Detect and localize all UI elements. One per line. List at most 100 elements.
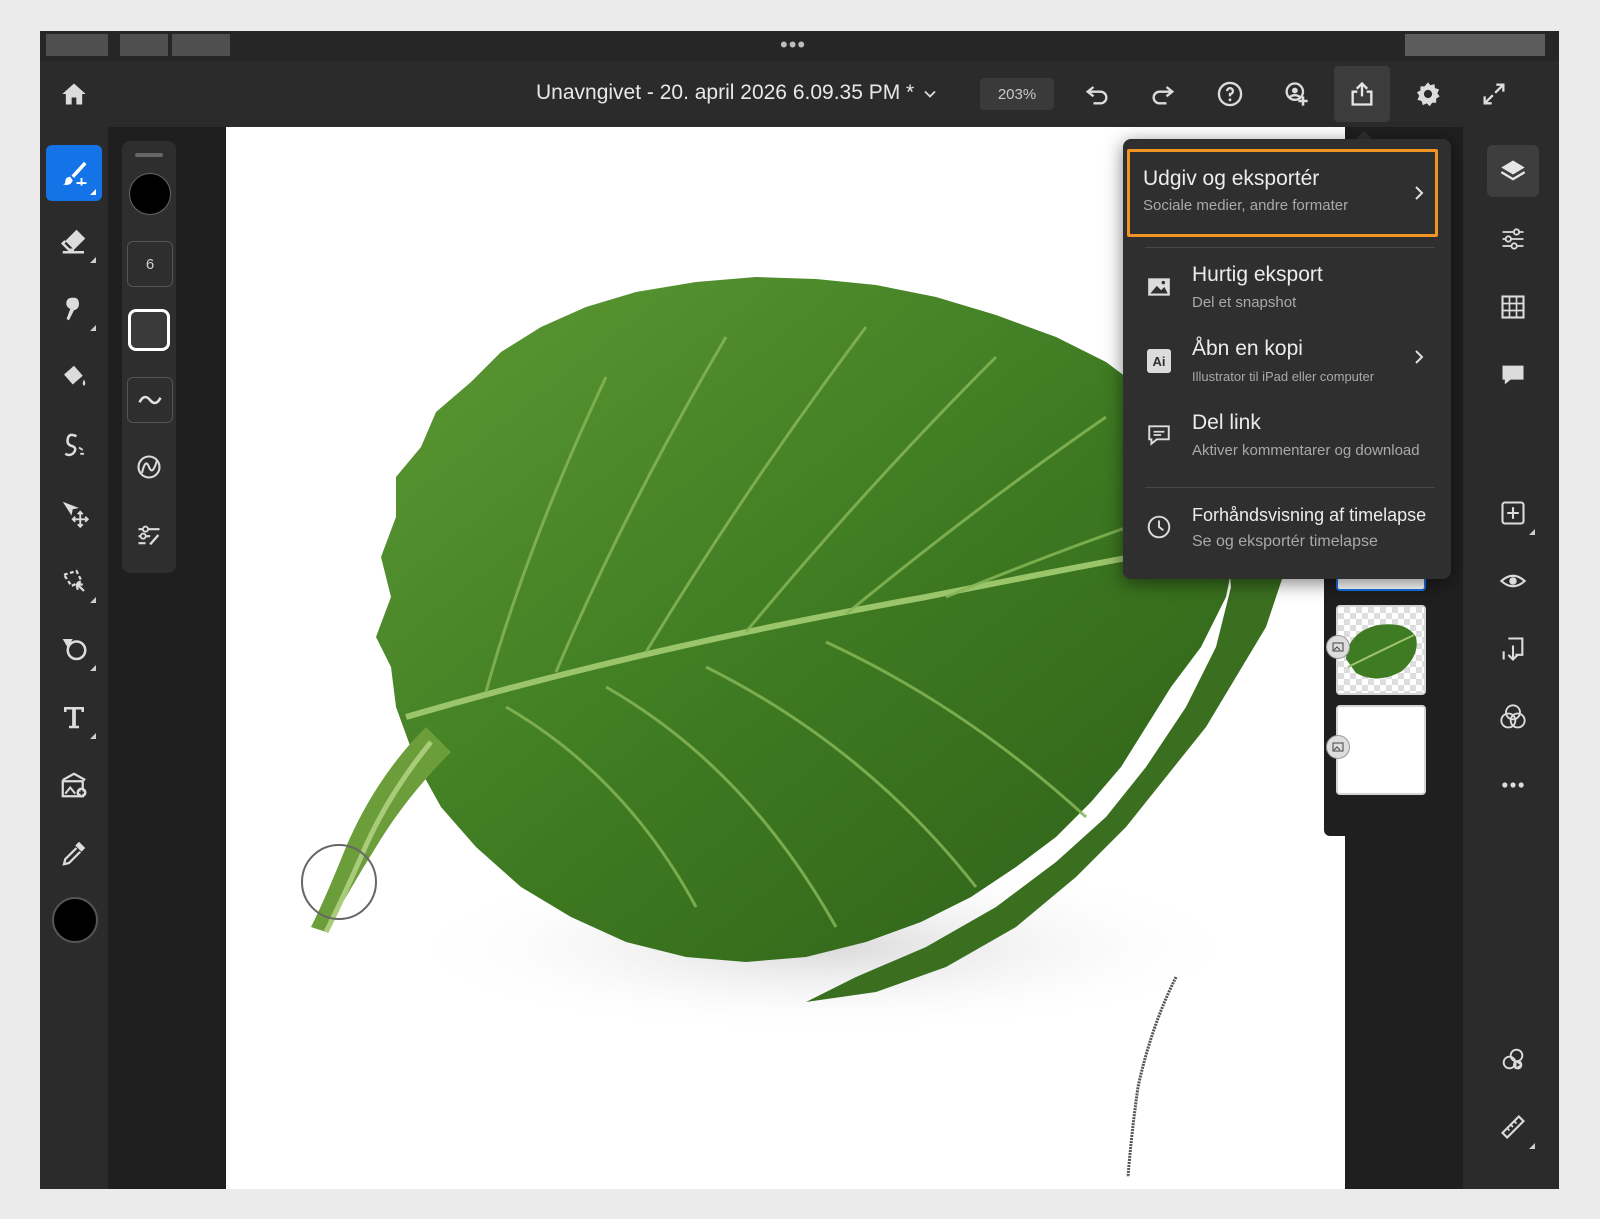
- menu-item-subtitle: Se og eksportér timelapse: [1192, 533, 1378, 550]
- brush-opacity-swatch[interactable]: [128, 309, 170, 351]
- menu-item-subtitle: Del et snapshot: [1192, 294, 1297, 311]
- eyedropper-tool[interactable]: [46, 825, 102, 881]
- import-button[interactable]: [1487, 623, 1539, 675]
- liquify-icon: [59, 430, 89, 460]
- brush-size-field[interactable]: 6: [127, 241, 173, 287]
- menu-item-subtitle: Aktiver kommentarer og download: [1192, 442, 1420, 459]
- menu-item-open-copy[interactable]: Ai Åbn en kopi Illustrator til iPad elle…: [1123, 331, 1451, 401]
- place-image-tool[interactable]: [46, 757, 102, 813]
- fill-tool[interactable]: [46, 349, 102, 405]
- chevron-right-icon: [1415, 186, 1424, 200]
- ai-badge: Ai: [1147, 349, 1171, 373]
- status-bar: •••: [40, 31, 1559, 61]
- clock-icon: [1143, 511, 1175, 543]
- move-tool[interactable]: [46, 485, 102, 541]
- brush-color-swatch[interactable]: [129, 173, 171, 215]
- comment-icon: [1143, 419, 1175, 451]
- help-icon[interactable]: [1210, 74, 1250, 114]
- brush-tool[interactable]: [46, 145, 102, 201]
- menu-item-title: Hurtig eksport: [1192, 263, 1323, 286]
- zoom-level[interactable]: 203%: [980, 78, 1054, 110]
- invite-icon[interactable]: [1276, 74, 1316, 114]
- menu-item-title: Udgiv og eksportér: [1143, 167, 1320, 190]
- lasso-tool[interactable]: [46, 553, 102, 609]
- menu-item-subtitle: Illustrator til iPad eller computer: [1192, 369, 1375, 384]
- pressure-button[interactable]: [127, 445, 171, 489]
- add-layer-icon: [1499, 499, 1527, 527]
- more-icon: [1499, 771, 1527, 799]
- panel-handle[interactable]: [135, 153, 163, 157]
- image-icon: [1143, 271, 1175, 303]
- tool-sidebar: [40, 127, 108, 1189]
- menu-item-subtitle: Sociale medier, andre formater: [1143, 197, 1349, 214]
- liquify-tool[interactable]: [46, 417, 102, 473]
- fullscreen-icon[interactable]: [1474, 74, 1514, 114]
- top-toolbar: Unavngivet - 20. april 2026 6.09.35 PM *…: [40, 61, 1559, 127]
- ruler-button[interactable]: [1487, 1101, 1539, 1153]
- menu-item-title: Del link: [1192, 411, 1261, 434]
- status-blur: [172, 34, 230, 56]
- redo-icon[interactable]: [1143, 74, 1183, 114]
- more-button[interactable]: [1487, 759, 1539, 811]
- document-title[interactable]: Unavngivet - 20. april 2026 6.09.35 PM *: [536, 81, 914, 105]
- status-blur: [46, 34, 108, 56]
- move-icon: [59, 498, 89, 528]
- blend-icon: [1499, 703, 1527, 731]
- blend-button[interactable]: [1487, 691, 1539, 743]
- visibility-button[interactable]: [1487, 555, 1539, 607]
- status-blur: [120, 34, 168, 56]
- menu-item-title: Forhåndsvisning af timelapse: [1192, 505, 1427, 525]
- smoothing-icon: [136, 386, 164, 414]
- eraser-icon: [59, 226, 89, 256]
- multitask-dots-icon[interactable]: •••: [780, 34, 806, 56]
- grid-icon: [1499, 293, 1527, 321]
- lasso-icon: [59, 566, 89, 596]
- fill-icon: [59, 362, 89, 392]
- share-icon: [1348, 80, 1376, 108]
- color-swatch[interactable]: [52, 897, 98, 943]
- highlight-outline: [1127, 149, 1438, 237]
- eraser-tool[interactable]: [46, 213, 102, 269]
- menu-divider: [1145, 487, 1435, 488]
- history-button[interactable]: [1487, 1033, 1539, 1085]
- smudge-icon: [59, 294, 89, 324]
- brush-settings-button[interactable]: [127, 513, 171, 557]
- smudge-tool[interactable]: [46, 281, 102, 337]
- ruler-icon: [1499, 1113, 1527, 1141]
- home-icon[interactable]: [54, 74, 94, 114]
- layers-button[interactable]: [1487, 145, 1539, 197]
- menu-item-share-link[interactable]: Del link Aktiver kommentarer og download: [1123, 405, 1451, 475]
- adjustments-icon: [1499, 225, 1527, 253]
- eyedropper-icon: [59, 838, 89, 868]
- brush-settings-icon: [135, 521, 163, 549]
- type-icon: [59, 702, 89, 732]
- comments-button[interactable]: [1487, 349, 1539, 401]
- share-menu: Udgiv og eksportér Sociale medier, andre…: [1123, 139, 1451, 579]
- smoothing-button[interactable]: [127, 377, 173, 423]
- visibility-icon: [1499, 567, 1527, 595]
- type-tool[interactable]: [46, 689, 102, 745]
- import-icon: [1499, 635, 1527, 663]
- shape-tool[interactable]: [46, 621, 102, 677]
- shape-icon: [59, 634, 89, 664]
- brush-icon: [59, 158, 89, 188]
- brush-panel: 6: [122, 141, 176, 573]
- menu-divider: [1145, 247, 1435, 248]
- history-icon: [1499, 1045, 1527, 1073]
- right-sidebar: [1463, 127, 1559, 1189]
- menu-item-quick-export[interactable]: Hurtig eksport Del et snapshot: [1123, 257, 1451, 327]
- grid-button[interactable]: [1487, 281, 1539, 333]
- add-layer-button[interactable]: [1487, 487, 1539, 539]
- comment-icon: [1499, 361, 1527, 389]
- chevron-right-icon: [1415, 350, 1424, 364]
- place-image-icon: [59, 770, 89, 800]
- menu-item-timelapse[interactable]: Forhåndsvisning af timelapse Se og ekspo…: [1123, 497, 1451, 567]
- menu-item-publish-export[interactable]: Udgiv og eksportér Sociale medier, andre…: [1123, 143, 1451, 237]
- gear-icon[interactable]: [1408, 74, 1448, 114]
- status-blur: [1405, 34, 1545, 56]
- chevron-down-icon[interactable]: [910, 74, 950, 114]
- undo-icon[interactable]: [1077, 74, 1117, 114]
- app-window: ••• Unavngivet - 20. april 2026 6.09.35 …: [40, 31, 1559, 1189]
- share-button[interactable]: [1334, 66, 1390, 122]
- adjustments-button[interactable]: [1487, 213, 1539, 265]
